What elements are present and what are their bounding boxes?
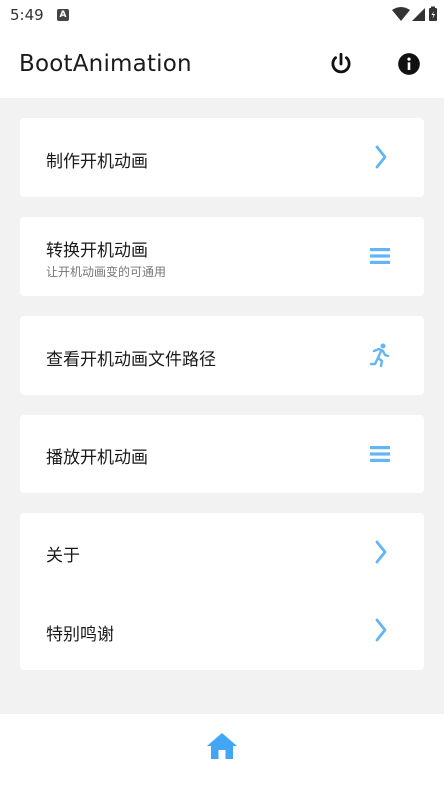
home-icon[interactable] xyxy=(206,731,238,761)
menu-card-make[interactable]: 制作开机动画 xyxy=(20,118,424,197)
menu-card-play[interactable]: 播放开机动画 xyxy=(20,415,424,493)
page-title: BootAnimation xyxy=(19,51,192,77)
notification-badge: A xyxy=(57,9,69,21)
item-title: 播放开机动画 xyxy=(46,448,148,468)
status-bar: 5:49 A xyxy=(0,0,444,30)
item-title: 关于 xyxy=(46,546,80,566)
item-subtitle: 让开机动画变的可通用 xyxy=(46,265,167,279)
signal-icon xyxy=(412,8,425,21)
menu-icon xyxy=(370,248,390,264)
info-icon[interactable] xyxy=(396,51,422,77)
chevron-right-icon xyxy=(375,145,387,169)
item-title: 制作开机动画 xyxy=(46,152,148,172)
bottom-nav xyxy=(0,714,444,789)
run-icon xyxy=(369,343,390,368)
power-icon[interactable] xyxy=(328,51,354,77)
list-item[interactable]: 播放开机动画 xyxy=(20,415,424,493)
item-title: 转换开机动画 xyxy=(46,241,148,261)
app-bar: BootAnimation xyxy=(0,30,444,98)
list-item[interactable]: 制作开机动画 xyxy=(20,118,424,197)
menu-card-about: 关于 特别鸣谢 xyxy=(20,513,424,670)
chevron-right-icon xyxy=(375,540,387,564)
menu-card-convert[interactable]: 转换开机动画 让开机动画变的可通用 xyxy=(20,217,424,296)
wifi-icon xyxy=(392,7,410,21)
chevron-right-icon xyxy=(375,618,387,642)
menu-icon xyxy=(370,446,390,462)
list-item[interactable]: 查看开机动画文件路径 xyxy=(20,316,424,395)
list-item[interactable]: 转换开机动画 让开机动画变的可通用 xyxy=(20,217,424,296)
battery-icon xyxy=(429,6,437,21)
list-item-about[interactable]: 关于 xyxy=(20,513,424,591)
list-item-thanks[interactable]: 特别鸣谢 xyxy=(20,591,424,670)
status-icons xyxy=(392,6,438,22)
status-time: 5:49 xyxy=(10,6,44,24)
menu-card-path[interactable]: 查看开机动画文件路径 xyxy=(20,316,424,395)
item-title: 特别鸣谢 xyxy=(46,625,114,645)
item-title: 查看开机动画文件路径 xyxy=(46,350,216,370)
